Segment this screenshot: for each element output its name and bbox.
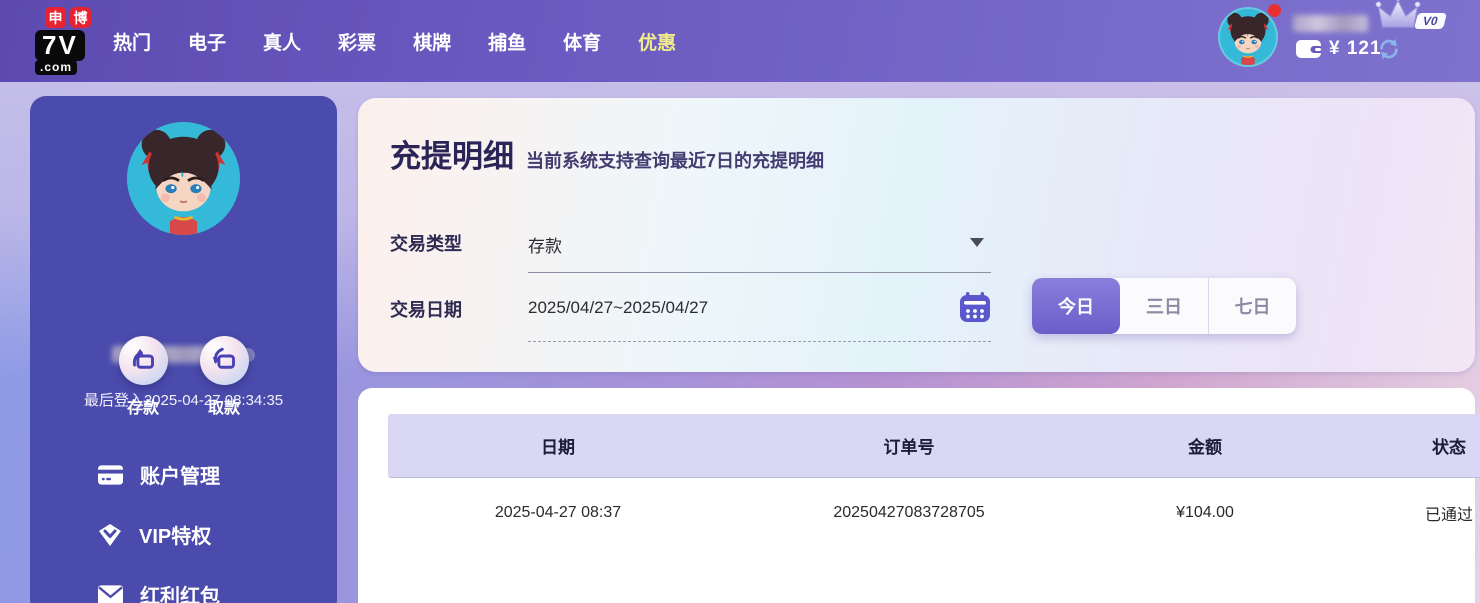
refresh-balance-icon[interactable]: [1378, 38, 1400, 60]
filter-panel: 充提明细 当前系统支持查询最近7日的充提明细 交易类型 存款 交易日期 2025…: [358, 98, 1475, 372]
page-title-row: 充提明细 当前系统支持查询最近7日的充提明细: [390, 131, 824, 176]
col-header-amount: 金额: [1188, 438, 1222, 457]
range-button-3days[interactable]: 三日: [1120, 278, 1208, 334]
col-header-date: 日期: [541, 438, 575, 457]
nav-item-live[interactable]: 真人: [263, 28, 301, 55]
username-blurred: [1293, 15, 1368, 32]
logo-sub-text: .com: [35, 60, 78, 75]
quick-actions: 存款 取款: [30, 336, 337, 418]
transaction-date-label: 交易日期: [390, 300, 462, 320]
sidebar-avatar[interactable]: [127, 122, 240, 235]
avatar[interactable]: [1218, 7, 1278, 67]
avatar-character-icon: [127, 122, 240, 235]
wallet-icon: [1296, 40, 1321, 58]
nav-item-hot[interactable]: 热门: [113, 28, 151, 55]
transaction-type-label: 交易类型: [390, 234, 462, 254]
vip-level-badge: V0: [1414, 13, 1447, 29]
cell-order-no: 20250427083728705: [833, 504, 985, 521]
table-row: 2025-04-27 08:37 20250427083728705 ¥104.…: [388, 478, 1480, 548]
nav-item-lottery[interactable]: 彩票: [338, 28, 376, 55]
cell-amount: ¥104.00: [1176, 504, 1234, 521]
logo-badge-right: 博: [70, 7, 91, 28]
col-header-status: 状态: [1432, 438, 1466, 457]
transaction-type-select[interactable]: 存款: [528, 232, 562, 257]
main-nav: 热门 电子 真人 彩票 棋牌 捕鱼 体育 优惠: [113, 0, 676, 82]
cell-status: 已通过: [1424, 507, 1473, 524]
chevron-down-icon[interactable]: [970, 238, 984, 247]
balance-amount: ¥ 121: [1329, 38, 1382, 59]
sidebar-menu: 账户管理 VIP特权 红利红包: [98, 461, 220, 603]
sidebar: V0 最后登入2025-04-27 08:34:35 存款 取款: [30, 96, 337, 603]
envelope-icon: [98, 584, 123, 603]
calendar-icon[interactable]: [957, 289, 993, 325]
site-logo[interactable]: 申 博 7V .com: [35, 7, 91, 75]
nav-item-fishing[interactable]: 捕鱼: [488, 28, 526, 55]
date-range-group: 今日 三日 七日: [1032, 278, 1296, 334]
transaction-date-input[interactable]: 2025/04/27~2025/04/27: [528, 298, 708, 318]
withdraw-button[interactable]: 取款: [199, 336, 249, 418]
deposit-icon: [132, 348, 154, 369]
page-subtitle: 当前系统支持查询最近7日的充提明细: [526, 151, 825, 171]
deposit-label: 存款: [126, 400, 159, 417]
withdraw-label: 取款: [207, 400, 240, 417]
vip-gem-icon: [99, 523, 121, 546]
sidebar-item-account[interactable]: 账户管理: [98, 461, 220, 488]
logo-badge-left: 申: [45, 7, 66, 28]
cell-date: 2025-04-27 08:37: [494, 504, 622, 521]
deposit-button[interactable]: 存款: [118, 336, 168, 418]
sidebar-item-label: VIP特权: [139, 526, 212, 548]
date-field-underline: [528, 341, 991, 342]
notification-dot: [1268, 4, 1281, 17]
withdraw-icon: [212, 347, 235, 369]
sidebar-item-label: 红利红包: [140, 586, 220, 603]
range-button-today[interactable]: 今日: [1032, 278, 1120, 334]
type-field-underline: [528, 272, 991, 273]
records-panel: 日期 订单号 金额 状态 2025-04-27 08:37 2025042708…: [358, 388, 1480, 603]
col-header-order-no: 订单号: [883, 438, 935, 457]
table-header: 日期 订单号 金额 状态: [388, 414, 1480, 478]
logo-badges: 申 博: [45, 7, 91, 28]
nav-item-slots[interactable]: 电子: [188, 28, 226, 55]
nav-item-sports[interactable]: 体育: [563, 28, 601, 55]
logo-main-text: 7V: [35, 30, 85, 61]
bank-card-icon: [98, 464, 123, 485]
range-button-7days[interactable]: 七日: [1208, 278, 1296, 334]
page-title: 充提明细: [390, 139, 514, 174]
sidebar-item-vip[interactable]: VIP特权: [98, 521, 220, 548]
user-bar: V0 ¥ 121: [1210, 0, 1480, 82]
nav-item-cards[interactable]: 棋牌: [413, 28, 451, 55]
nav-item-promotions[interactable]: 优惠: [638, 28, 676, 55]
top-nav-bar: 申 博 7V .com 热门 电子 真人 彩票 棋牌 捕鱼 体育 优惠 V0 ¥…: [0, 0, 1480, 82]
sidebar-item-bonus[interactable]: 红利红包: [98, 581, 220, 603]
sidebar-item-label: 账户管理: [140, 466, 220, 488]
avatar-character-icon: [1220, 9, 1276, 65]
